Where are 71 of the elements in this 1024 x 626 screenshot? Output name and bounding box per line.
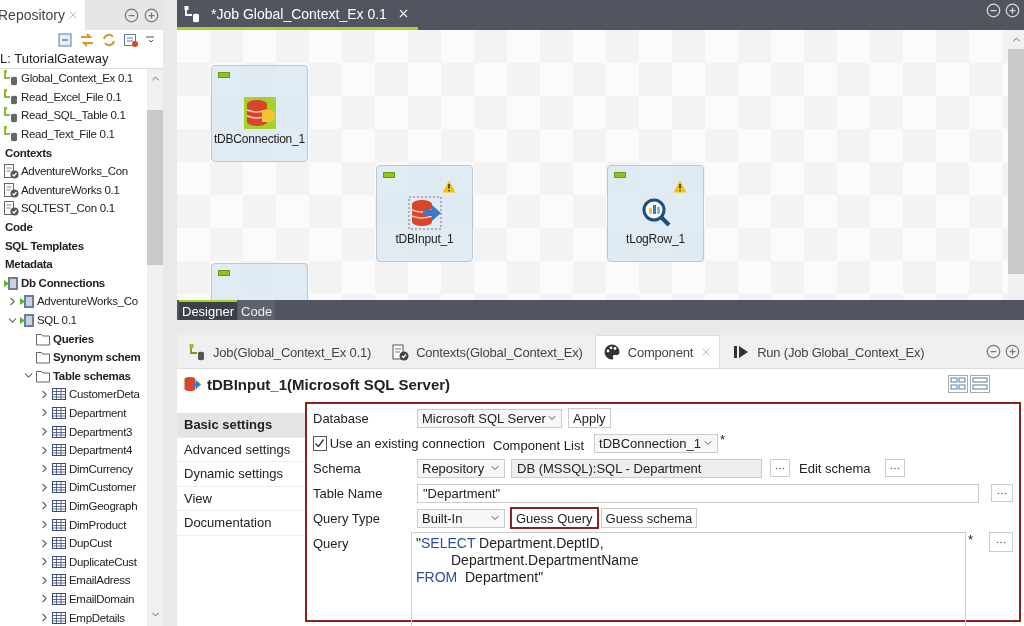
component-node[interactable]: tLogRow_1	[607, 165, 704, 262]
project-label: L: TutorialGateway	[0, 51, 109, 66]
tree-item[interactable]: Db Connections	[21, 276, 105, 289]
tree-item[interactable]: DimProduct	[69, 518, 127, 531]
tree-item[interactable]: EmailDomain	[69, 592, 135, 605]
component-node[interactable]: tDBConnection_1	[211, 65, 308, 162]
component-select[interactable]: tDBConnection_1	[594, 433, 719, 453]
settings-tab[interactable]: Documentation	[177, 511, 305, 536]
tree-item[interactable]: EmailAdress	[69, 574, 131, 587]
field-label: Query	[313, 536, 349, 551]
tree-item[interactable]: Contexts	[5, 146, 52, 159]
tree-item[interactable]: DimCustomer	[69, 481, 136, 494]
tree-item[interactable]: DimGeograph	[69, 499, 138, 512]
schema-field: DB (MSSQL):SQL - Department	[511, 458, 762, 478]
tree-item[interactable]: EmpDetails	[69, 611, 125, 624]
settings-tab[interactable]: View	[177, 486, 305, 511]
tree-item[interactable]: CustomerDeta	[69, 388, 140, 401]
tree-item[interactable]: DimCurrency	[69, 462, 133, 475]
table-name-field[interactable]: "Department"	[417, 483, 979, 503]
settings-tab[interactable]: Dynamic settings	[177, 462, 305, 487]
tree-item[interactable]: DupCust	[69, 537, 112, 550]
tree-item[interactable]: AdventureWorks_Co	[37, 295, 138, 308]
tree-item[interactable]: Read_SQL_Table 0.1	[21, 109, 126, 122]
panel-tab[interactable]: Component	[594, 335, 721, 368]
apply-button[interactable]: Apply	[568, 408, 611, 428]
settings-tab[interactable]: Basic settings	[177, 413, 305, 438]
tree-item[interactable]: Code	[5, 221, 33, 234]
field-label: Query Type	[313, 510, 381, 526]
component-title: tDBInput_1(Microsoft SQL Server)	[207, 375, 451, 393]
tree-item[interactable]: Queries	[53, 332, 94, 345]
panel-tab[interactable]: Contexts(Global_Context_Ex)	[383, 335, 591, 368]
settings-tab[interactable]: Advanced settings	[177, 437, 305, 462]
tree-item[interactable]: Department3	[69, 425, 133, 438]
editor-mode-tab[interactable]: Code	[238, 300, 276, 320]
tree-item[interactable]: DuplicateCust	[69, 555, 137, 568]
panel-tab[interactable]: Run (Job Global_Context_Ex)	[724, 335, 933, 368]
editor-mode-tab[interactable]: Designer	[179, 300, 238, 320]
schema-select[interactable]: Repository	[417, 458, 505, 478]
field-label: Schema	[313, 460, 362, 476]
tree-item[interactable]: Read_Excel_File 0.1	[21, 90, 122, 103]
design-canvas[interactable]: tDBConnection_1 tDBInput_1 tLogRow_1	[177, 30, 1008, 300]
tree-item[interactable]: AdventureWorks 0.1	[21, 183, 120, 196]
field-label: Component List	[493, 437, 585, 453]
field-label: Edit schema	[799, 460, 871, 476]
tree-item[interactable]: Department	[69, 407, 127, 419]
tree-item[interactable]: Department4	[69, 444, 133, 457]
tree-item[interactable]: SQL 0.1	[37, 314, 77, 326]
tree-item[interactable]: Read_Text_File 0.1	[21, 128, 115, 141]
node-label: tLogRow_1	[625, 232, 686, 246]
required-mark: *	[967, 532, 973, 547]
component-node[interactable]: tDBInput_1	[376, 165, 473, 262]
tree-item[interactable]: Global_Context_Ex 0.1	[21, 72, 133, 85]
repository-tab[interactable]: Repository	[0, 0, 85, 30]
database-select[interactable]: Microsoft SQL Server	[417, 408, 562, 428]
tree-item[interactable]: Metadata	[5, 258, 53, 271]
field-label: Database	[313, 410, 370, 426]
tree-item[interactable]: Table schemas	[53, 369, 131, 382]
guess-button[interactable]: Guess Query	[511, 508, 598, 528]
panel-tab[interactable]: Job(Global_Context_Ex 0.1)	[180, 335, 380, 368]
query-type-select[interactable]: Built-In	[417, 508, 505, 528]
tree-item[interactable]: Synonym schem	[53, 351, 141, 364]
field-label: Table Name	[313, 485, 384, 501]
query-editor[interactable]: "SELECT Department.DeptID, Department.DepartmentName FROM Department"	[411, 532, 966, 626]
guess-button[interactable]: Guess schema	[600, 508, 698, 528]
node-label: tDBConnection_1	[212, 132, 307, 146]
checkbox-label: Use an existing connection	[329, 435, 485, 451]
tree-item[interactable]: SQLTEST_Con 0.1	[21, 202, 115, 215]
tree-item[interactable]: SQL Templates	[5, 239, 84, 252]
node-label: tDBInput_1	[394, 232, 455, 246]
required-mark: *	[720, 432, 726, 447]
tree-item[interactable]: AdventureWorks_Con	[21, 165, 128, 178]
